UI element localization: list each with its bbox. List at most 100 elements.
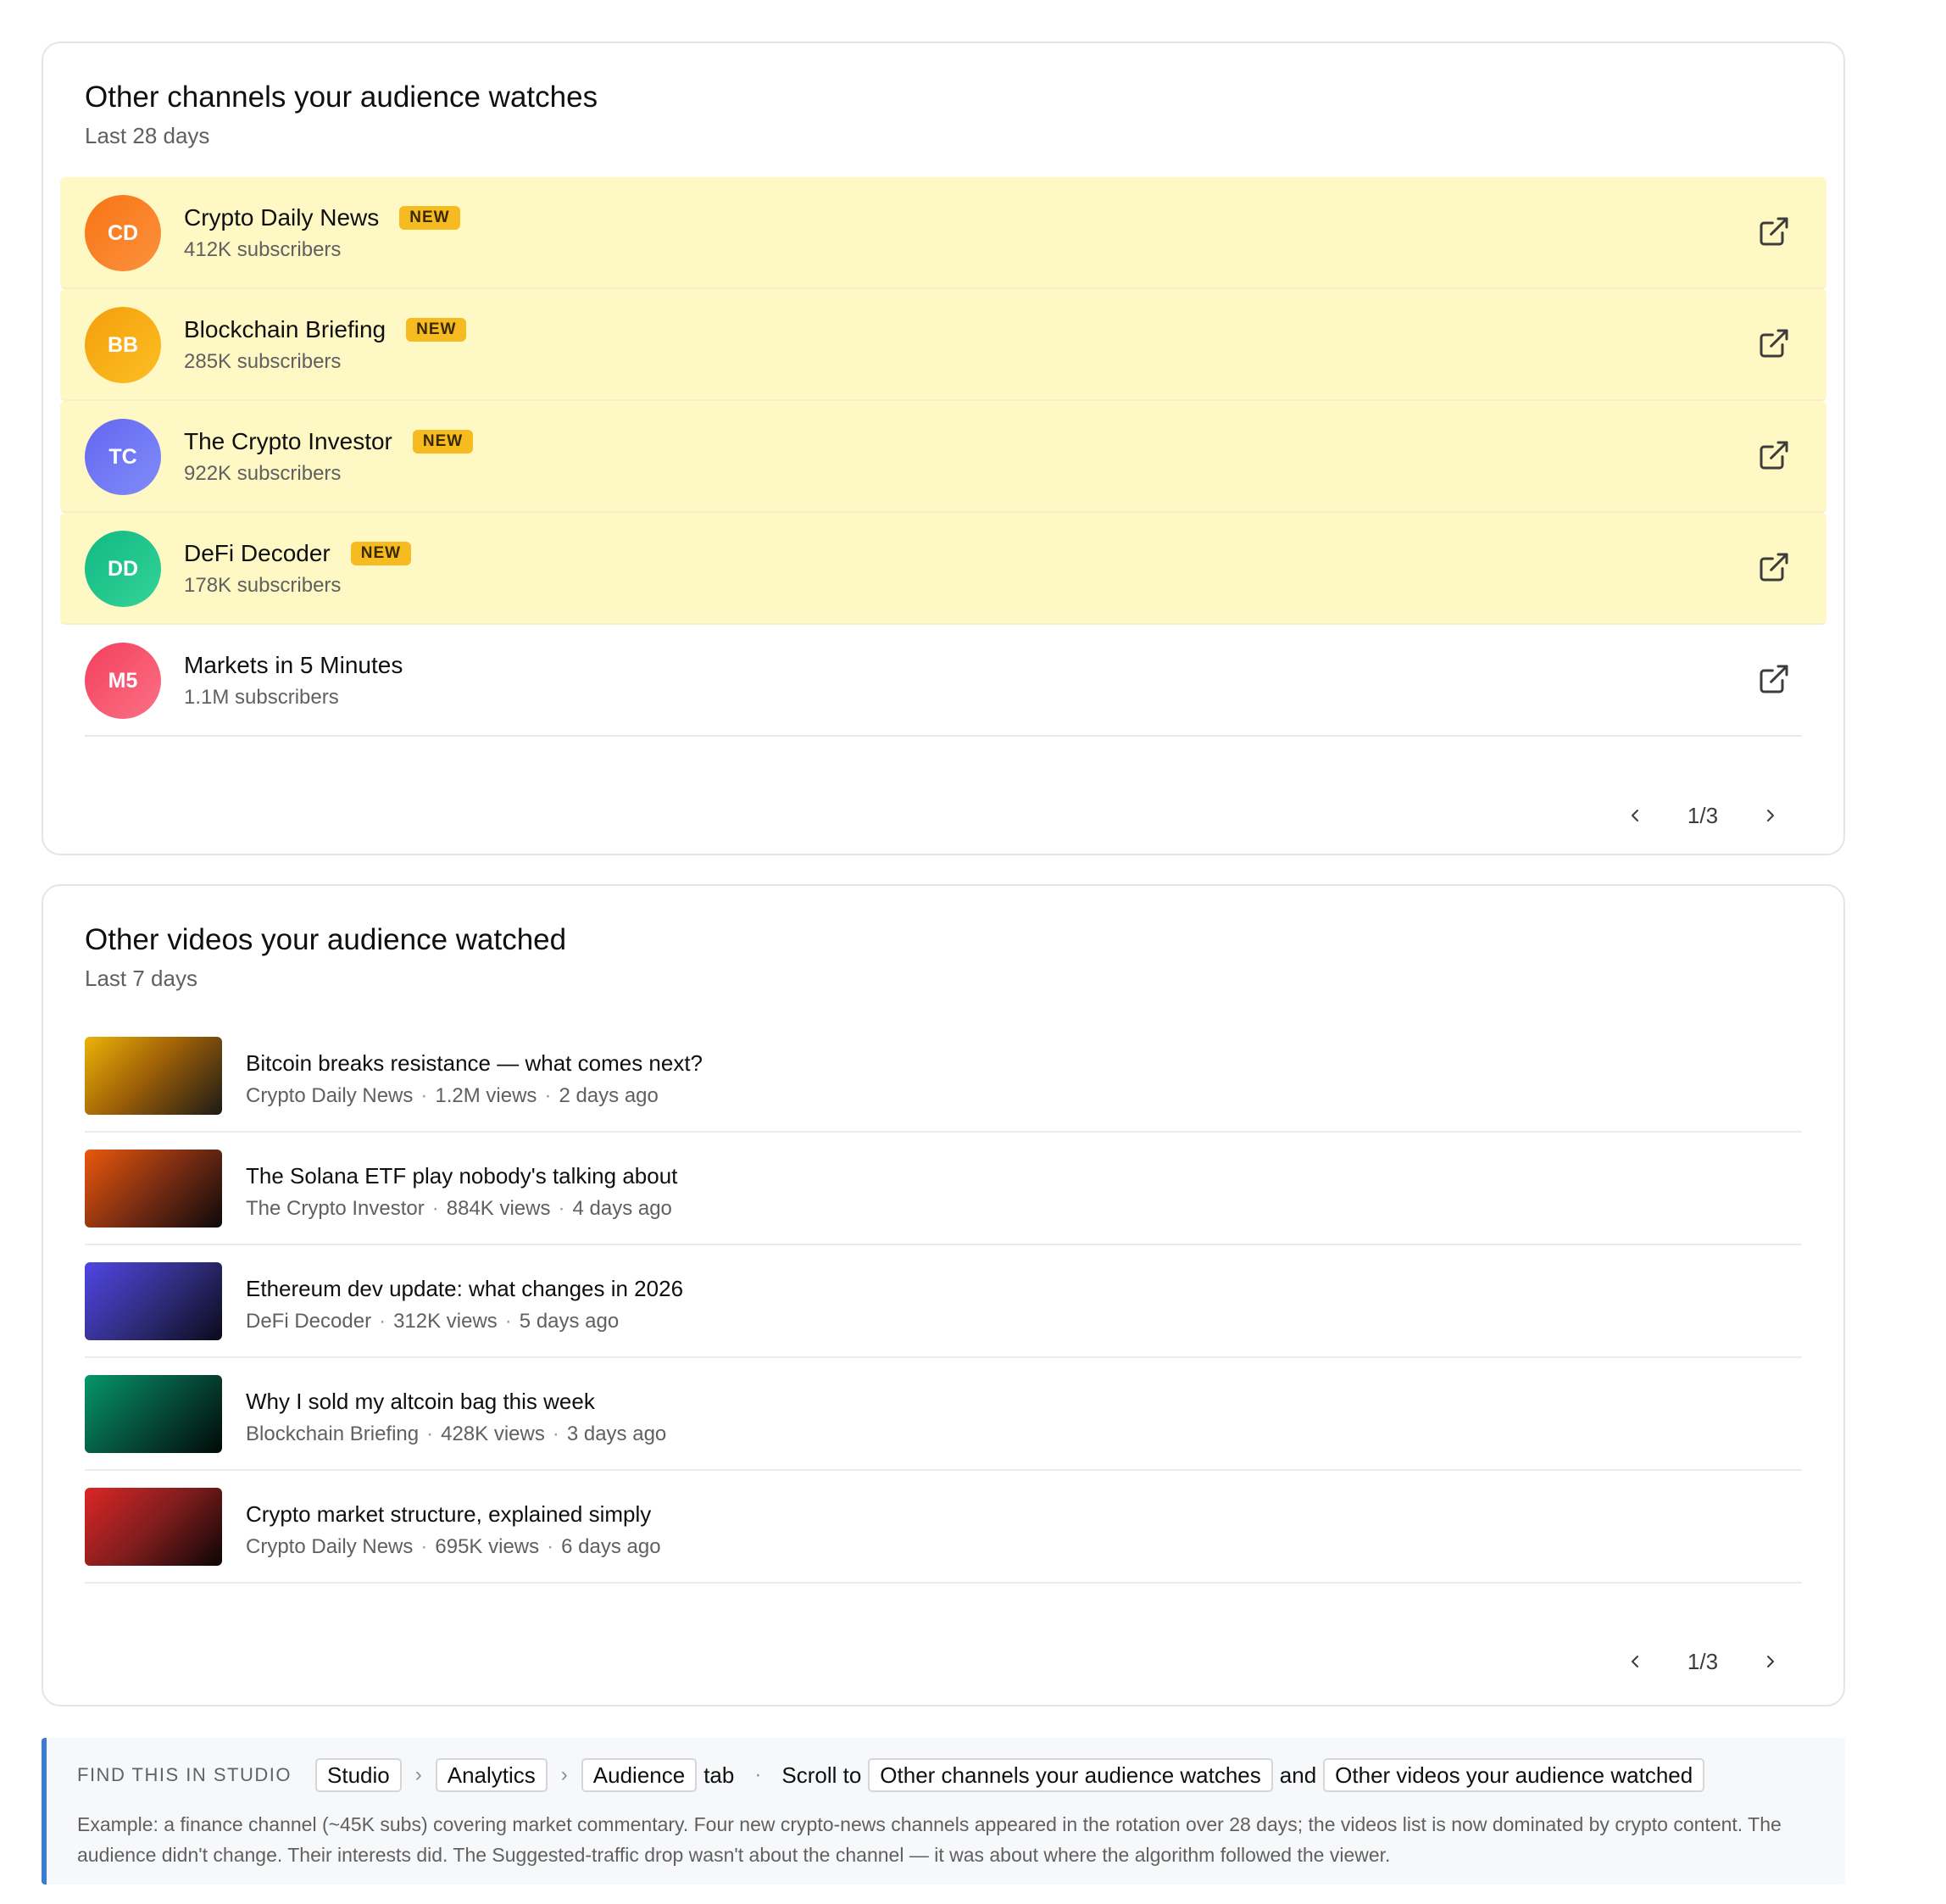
target-chip-videos: Other videos your audience watched	[1323, 1758, 1705, 1792]
video-meta: Crypto Daily News · 1.2M views · 2 days ago	[246, 1084, 659, 1107]
channel-avatar: M5	[85, 643, 161, 719]
videos-card: Other videos your audience watched Last …	[42, 884, 1845, 1706]
channel-name: Crypto Daily News NEW	[184, 204, 460, 231]
chevron-right-icon	[1767, 810, 1774, 821]
channel-name: Markets in 5 Minutes	[184, 652, 403, 679]
studio-path: FIND THIS IN STUDIO Studio › Analytics ›…	[77, 1758, 1705, 1792]
tab-word: tab	[703, 1762, 735, 1788]
video-thumbnail[interactable]	[85, 1150, 222, 1228]
video-title[interactable]: Ethereum dev update: what changes in 202…	[246, 1276, 683, 1302]
channels-card-subtitle: Last 28 days	[85, 123, 210, 148]
external-link-icon[interactable]	[1757, 326, 1791, 360]
video-age: 4 days ago	[572, 1197, 672, 1220]
new-badge: NEW	[412, 430, 474, 454]
next-page-button[interactable]	[1754, 799, 1788, 832]
video-row[interactable]: Ethereum dev update: what changes in 202…	[85, 1245, 1802, 1358]
channels-pagination: 1/3	[1618, 794, 1788, 837]
video-title[interactable]: Why I sold my altcoin bag this week	[246, 1389, 595, 1415]
channel-avatar: CD	[85, 195, 161, 271]
find-in-studio-note: FIND THIS IN STUDIO Studio › Analytics ›…	[42, 1738, 1845, 1885]
channel-subscribers: 285K subscribers	[184, 350, 342, 373]
channel-avatar: DD	[85, 531, 161, 607]
video-row[interactable]: Crypto market structure, explained simpl…	[85, 1471, 1802, 1584]
note-label: FIND THIS IN STUDIO	[77, 1764, 292, 1785]
video-channel: Crypto Daily News	[246, 1084, 414, 1107]
video-views: 428K views	[441, 1422, 545, 1445]
video-channel: The Crypto Investor	[246, 1197, 425, 1220]
channel-name-text: DeFi Decoder	[184, 540, 331, 566]
video-row[interactable]: Why I sold my altcoin bag this week Bloc…	[85, 1358, 1802, 1471]
dot-separator: ·	[754, 1763, 762, 1786]
videos-card-subtitle: Last 7 days	[85, 966, 197, 991]
path-chip-analytics: Analytics	[435, 1758, 548, 1792]
channel-avatar: TC	[85, 419, 161, 495]
video-age: 5 days ago	[519, 1310, 620, 1333]
video-views: 695K views	[435, 1535, 540, 1558]
channel-name: Blockchain Briefing NEW	[184, 316, 467, 343]
video-channel: Blockchain Briefing	[246, 1422, 420, 1445]
prev-page-button[interactable]	[1618, 1645, 1652, 1679]
video-views: 312K views	[393, 1310, 498, 1333]
video-age: 3 days ago	[566, 1422, 667, 1445]
videos-pagination: 1/3	[1618, 1640, 1788, 1683]
channels-card: Other channels your audience watches Las…	[42, 42, 1845, 855]
video-meta: Crypto Daily News · 695K views · 6 days ago	[246, 1535, 661, 1558]
channel-name: DeFi Decoder NEW	[184, 540, 412, 567]
video-thumbnail[interactable]	[85, 1037, 222, 1115]
chevron-right-icon	[1767, 1656, 1774, 1667]
new-badge: NEW	[350, 542, 412, 565]
channel-name-text: Blockchain Briefing	[184, 316, 386, 342]
video-age: 2 days ago	[559, 1084, 659, 1107]
channel-row[interactable]: BB Blockchain Briefing NEW 285K subscrib…	[60, 289, 1826, 401]
external-link-icon[interactable]	[1757, 438, 1791, 472]
path-chip-studio: Studio	[315, 1758, 402, 1792]
new-badge: NEW	[399, 206, 460, 230]
next-page-button[interactable]	[1754, 1645, 1788, 1679]
channel-avatar: BB	[85, 307, 161, 383]
and-text: and	[1279, 1762, 1317, 1788]
video-title[interactable]: The Solana ETF play nobody's talking abo…	[246, 1163, 677, 1189]
channel-row[interactable]: TC The Crypto Investor NEW 922K subscrib…	[60, 401, 1826, 513]
video-row[interactable]: The Solana ETF play nobody's talking abo…	[85, 1133, 1802, 1245]
path-chip-audience: Audience	[581, 1758, 698, 1792]
target-chip-channels: Other channels your audience watches	[868, 1758, 1273, 1792]
breadcrumb-separator: ›	[414, 1763, 422, 1786]
channel-name-text: Crypto Daily News	[184, 204, 380, 231]
video-title[interactable]: Bitcoin breaks resistance — what comes n…	[246, 1050, 703, 1077]
video-list: Bitcoin breaks resistance — what comes n…	[85, 1020, 1802, 1584]
video-channel: DeFi Decoder	[246, 1310, 372, 1333]
external-link-icon[interactable]	[1757, 214, 1791, 248]
video-title[interactable]: Crypto market structure, explained simpl…	[246, 1501, 651, 1528]
video-meta: DeFi Decoder · 312K views · 5 days ago	[246, 1310, 620, 1333]
breadcrumb-separator: ›	[560, 1763, 568, 1786]
video-meta: Blockchain Briefing · 428K views · 3 days ag…	[246, 1422, 667, 1445]
channel-name-text: Markets in 5 Minutes	[184, 652, 403, 678]
channel-list: CD Crypto Daily News NEW 412K subscriber…	[60, 177, 1826, 737]
channel-row[interactable]: M5 Markets in 5 Minutes 1.1M subscribers	[85, 625, 1802, 737]
video-thumbnail[interactable]	[85, 1375, 222, 1453]
video-views: 884K views	[446, 1197, 551, 1220]
chevron-left-icon	[1632, 810, 1638, 821]
channel-subscribers: 412K subscribers	[184, 238, 342, 261]
videos-card-title: Other videos your audience watched	[85, 923, 567, 956]
channel-subscribers: 922K subscribers	[184, 462, 342, 485]
video-views: 1.2M views	[435, 1084, 537, 1107]
external-link-icon[interactable]	[1757, 550, 1791, 584]
channel-row[interactable]: DD DeFi Decoder NEW 178K subscribers	[60, 513, 1826, 625]
prev-page-button[interactable]	[1618, 799, 1652, 832]
example-text: Example: a finance channel (~45K subs) c…	[77, 1813, 1782, 1866]
video-channel: Crypto Daily News	[246, 1535, 414, 1558]
external-link-icon[interactable]	[1757, 662, 1791, 696]
channel-subscribers: 178K subscribers	[184, 574, 342, 597]
page-indicator: 1/3	[1687, 1648, 1719, 1674]
channel-row[interactable]: CD Crypto Daily News NEW 412K subscriber…	[60, 177, 1826, 289]
chevron-left-icon	[1632, 1656, 1638, 1667]
video-thumbnail[interactable]	[85, 1262, 222, 1340]
video-row[interactable]: Bitcoin breaks resistance — what comes n…	[85, 1020, 1802, 1133]
new-badge: NEW	[406, 318, 467, 342]
channel-subscribers: 1.1M subscribers	[184, 686, 339, 709]
video-thumbnail[interactable]	[85, 1488, 222, 1566]
channel-name-text: The Crypto Investor	[184, 428, 392, 454]
channel-name: The Crypto Investor NEW	[184, 428, 474, 455]
page-indicator: 1/3	[1687, 802, 1719, 828]
